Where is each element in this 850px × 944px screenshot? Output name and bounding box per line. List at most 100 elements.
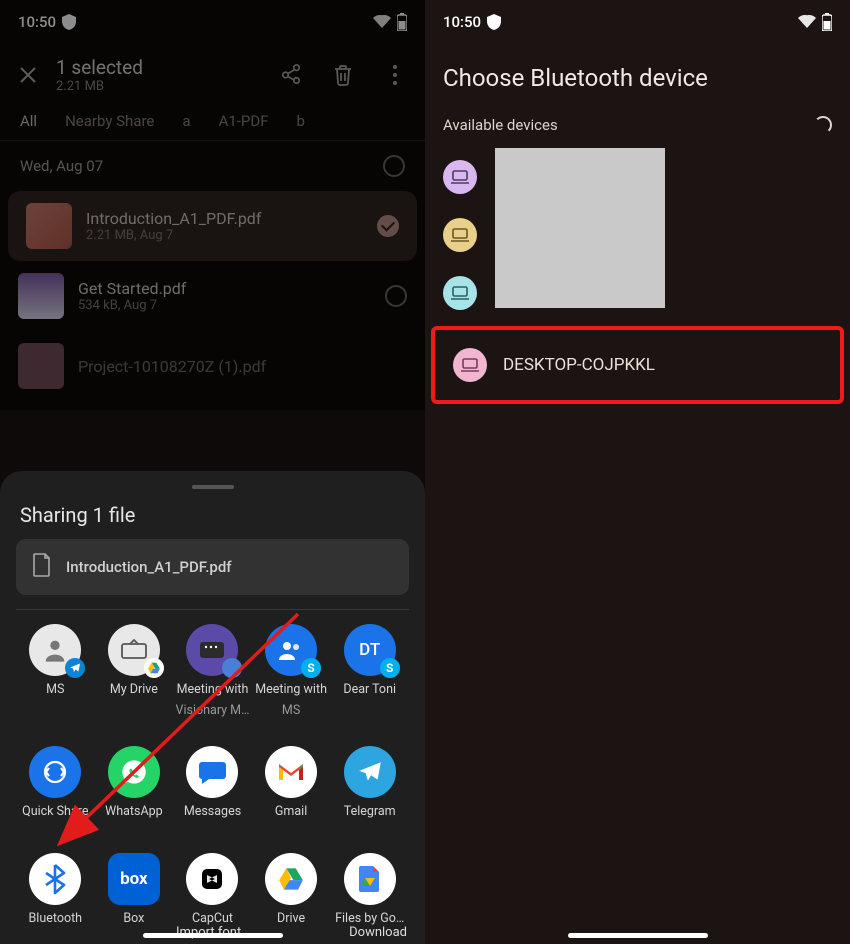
- target-label: Box: [123, 911, 144, 926]
- share-icon[interactable]: [279, 63, 303, 87]
- tab-b[interactable]: b: [297, 112, 305, 130]
- bluetooth-device-desktop-cojpkkl[interactable]: DESKTOP-COJPKKL: [435, 336, 840, 394]
- right-pane: 10:50 Choose Bluetooth device Available …: [425, 0, 850, 944]
- share-app-files-by-google[interactable]: Files by Go…: [330, 853, 409, 926]
- share-app-capcut[interactable]: CapCut: [173, 853, 252, 926]
- laptop-icon: [443, 218, 477, 252]
- sheet-title: Sharing 1 file: [12, 499, 413, 539]
- target-label: Meeting with: [255, 682, 327, 697]
- device-label: DESKTOP-COJPKKL: [503, 355, 655, 375]
- wifi-icon: [798, 15, 816, 29]
- share-target-meeting-ms[interactable]: S Meeting with MS: [252, 624, 331, 718]
- file-thumbnail: [26, 203, 72, 249]
- skype-badge-icon: S: [380, 658, 400, 678]
- delete-icon[interactable]: [331, 63, 355, 87]
- share-target-meeting-visionary[interactable]: Meeting with Visionary M…: [173, 624, 252, 718]
- sheet-file-pill[interactable]: Introduction_A1_PDF.pdf: [16, 539, 409, 595]
- target-label: Messages: [184, 804, 241, 819]
- share-app-bluetooth[interactable]: Bluetooth: [16, 853, 95, 926]
- target-label: CapCut: [192, 911, 233, 926]
- highlight-box: DESKTOP-COJPKKL: [431, 326, 844, 404]
- nav-bar[interactable]: [143, 933, 283, 938]
- share-target-ms[interactable]: MS: [16, 624, 95, 718]
- tab-a1-pdf[interactable]: A1-PDF: [219, 112, 269, 130]
- status-bar: 10:50: [425, 0, 850, 44]
- select-all-radio[interactable]: [383, 155, 405, 177]
- laptop-icon: [443, 160, 477, 194]
- loading-spinner-icon: [814, 116, 832, 134]
- date-header-row[interactable]: Wed, Aug 07: [0, 141, 425, 191]
- share-apps-row-2: Bluetooth box Box CapCut Drive: [12, 853, 413, 926]
- file-name: Get Started.pdf: [78, 279, 371, 298]
- close-icon[interactable]: [14, 61, 42, 89]
- shield-icon: [62, 14, 76, 30]
- filter-tabs: All Nearby Share a A1-PDF b: [0, 106, 425, 141]
- file-name: Project-10108270Z (1).pdf: [78, 357, 407, 376]
- target-label: WhatsApp: [105, 804, 163, 819]
- target-sublabel: Visionary M…: [176, 703, 250, 718]
- laptop-icon: [443, 276, 477, 310]
- document-icon: [32, 553, 52, 581]
- share-app-whatsapp[interactable]: WhatsApp: [95, 746, 174, 819]
- share-app-box[interactable]: box Box: [95, 853, 174, 926]
- download-link[interactable]: Download: [349, 925, 407, 940]
- share-apps-row-1: Quick Share WhatsApp Messages Gmail: [12, 746, 413, 819]
- status-bar: 10:50: [0, 0, 425, 44]
- skype-badge-icon: [222, 658, 242, 678]
- target-label: MS: [46, 682, 64, 697]
- skype-badge-icon: S: [301, 658, 321, 678]
- tab-all[interactable]: All: [20, 112, 37, 130]
- redacted-block: [495, 148, 665, 308]
- target-label: Quick Share: [22, 804, 88, 819]
- target-label: Bluetooth: [29, 911, 83, 926]
- target-label: Gmail: [275, 804, 307, 819]
- share-contacts-row: MS My Drive Meeting with Visionary M…: [12, 624, 413, 718]
- target-label: My Drive: [110, 682, 158, 697]
- share-app-messages[interactable]: Messages: [173, 746, 252, 819]
- available-devices-label: Available devices: [443, 116, 558, 134]
- share-target-dear-toni[interactable]: DT S Dear Toni: [330, 624, 409, 718]
- selection-size: 2.21 MB: [56, 79, 265, 94]
- share-app-drive[interactable]: Drive: [252, 853, 331, 926]
- laptop-icon: [453, 348, 487, 382]
- shield-icon: [487, 14, 501, 30]
- device-list: [425, 148, 850, 322]
- status-time: 10:50: [18, 13, 56, 31]
- tab-nearby-share[interactable]: Nearby Share: [65, 112, 154, 130]
- file-row[interactable]: Get Started.pdf 534 kB, Aug 7: [0, 261, 425, 331]
- sheet-file-name: Introduction_A1_PDF.pdf: [66, 558, 232, 576]
- status-time: 10:50: [443, 13, 481, 31]
- file-row[interactable]: Project-10108270Z (1).pdf: [0, 331, 425, 401]
- date-header: Wed, Aug 07: [20, 157, 103, 175]
- file-thumbnail: [18, 273, 64, 319]
- target-sublabel: MS: [282, 703, 300, 718]
- file-row[interactable]: Introduction_A1_PDF.pdf 2.21 MB, Aug 7: [8, 191, 417, 261]
- file-selected-check[interactable]: [377, 215, 399, 237]
- file-thumbnail: [18, 343, 64, 389]
- telegram-badge-icon: [65, 658, 85, 678]
- share-app-telegram[interactable]: Telegram: [330, 746, 409, 819]
- battery-icon: [822, 13, 832, 31]
- target-label: Telegram: [344, 804, 396, 819]
- selection-header: 1 selected 2.21 MB: [0, 44, 425, 106]
- drive-badge-icon: [144, 658, 164, 678]
- selection-count: 1 selected: [56, 56, 265, 79]
- more-icon[interactable]: [383, 63, 407, 87]
- file-meta: 2.21 MB, Aug 7: [86, 228, 363, 243]
- available-devices-header: Available devices: [425, 102, 850, 148]
- share-app-gmail[interactable]: Gmail: [252, 746, 331, 819]
- target-label: Files by Go…: [335, 911, 404, 926]
- file-meta: 534 kB, Aug 7: [78, 298, 371, 313]
- target-label: Meeting with: [177, 682, 249, 697]
- share-app-quick-share[interactable]: Quick Share: [16, 746, 95, 819]
- sheet-handle[interactable]: [192, 485, 234, 489]
- left-pane: 10:50 1 selected 2.21 MB: [0, 0, 425, 944]
- share-sheet: Sharing 1 file Introduction_A1_PDF.pdf M…: [0, 471, 425, 944]
- target-label: Drive: [277, 911, 305, 926]
- divider: [16, 609, 409, 610]
- file-radio[interactable]: [385, 285, 407, 307]
- share-target-my-drive[interactable]: My Drive: [95, 624, 174, 718]
- nav-bar[interactable]: [568, 933, 708, 938]
- tab-a[interactable]: a: [182, 112, 190, 130]
- target-label: Dear Toni: [343, 682, 396, 697]
